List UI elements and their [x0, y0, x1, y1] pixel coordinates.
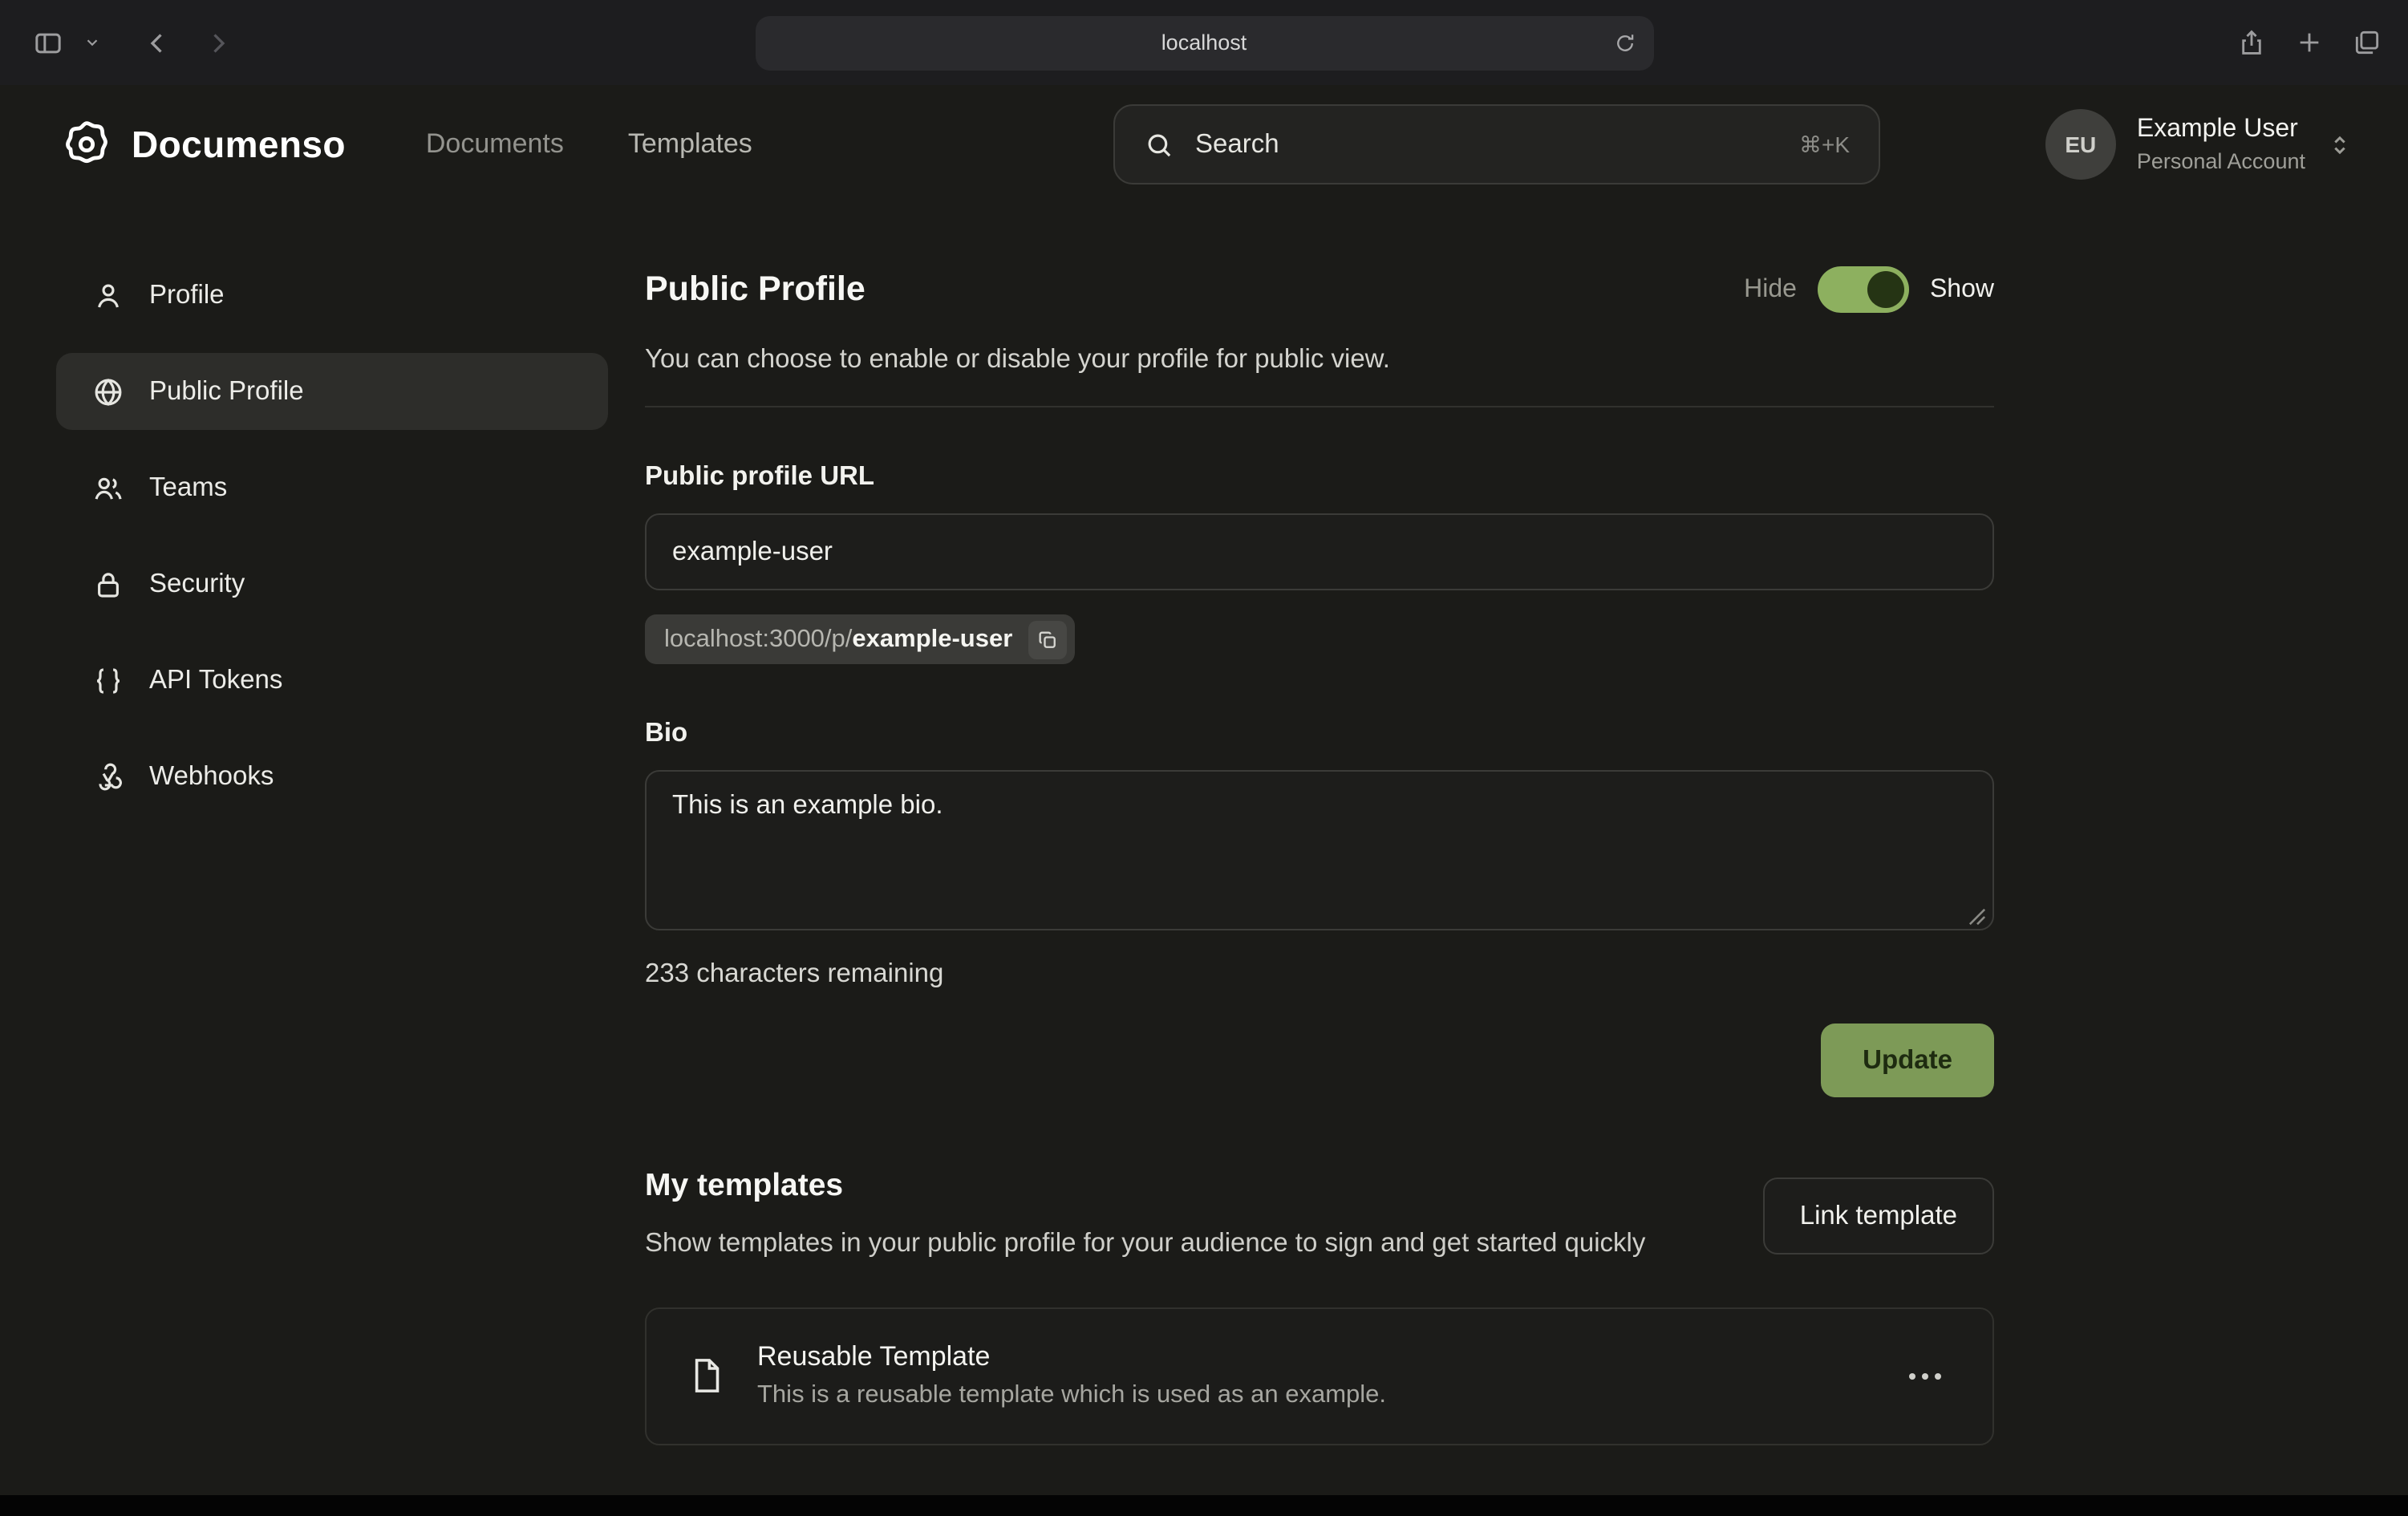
- bio-textarea[interactable]: This is an example bio.: [645, 770, 1994, 930]
- sidebar-item-teams[interactable]: Teams: [56, 449, 608, 526]
- page-body: Profile Public Profile Teams: [0, 204, 2408, 1445]
- user-name: Example User: [2137, 116, 2305, 144]
- back-icon[interactable]: [136, 22, 178, 63]
- search-icon: [1144, 129, 1174, 160]
- nav-templates[interactable]: Templates: [628, 128, 752, 160]
- bottom-strip: [0, 1495, 2408, 1516]
- sidebar-item-label: Teams: [149, 472, 227, 503]
- bio-label: Bio: [645, 719, 1994, 749]
- users-icon: [91, 471, 125, 505]
- page-subtitle: You can choose to enable or disable your…: [645, 345, 1994, 375]
- public-profile-settings: Public Profile Hide Show You can choose …: [645, 257, 1994, 1445]
- address-bar-url: localhost: [1161, 30, 1247, 55]
- documenso-app: Documenso Documents Templates Search ⌘+K…: [0, 85, 2408, 1516]
- globe-icon: [91, 375, 125, 408]
- forward-icon[interactable]: [197, 22, 239, 63]
- settings-sidebar: Profile Public Profile Teams: [56, 257, 608, 1445]
- sidebar-item-label: Webhooks: [149, 761, 274, 792]
- user-account-type: Personal Account: [2137, 149, 2305, 173]
- new-tab-icon[interactable]: [2296, 29, 2323, 56]
- lock-icon: [91, 567, 125, 601]
- show-label: Show: [1930, 275, 1994, 304]
- divider: [645, 406, 1994, 407]
- template-name: Reusable Template: [757, 1341, 1386, 1373]
- sidebar-item-webhooks[interactable]: Webhooks: [56, 738, 608, 815]
- sidebar-item-label: Public Profile: [149, 376, 304, 407]
- search-shortcut: ⌘+K: [1799, 131, 1850, 158]
- sidebar-item-api-tokens[interactable]: API Tokens: [56, 642, 608, 719]
- copy-url-button[interactable]: [1028, 620, 1067, 659]
- sidebar-item-label: API Tokens: [149, 665, 282, 695]
- documenso-logo-icon: [59, 117, 114, 172]
- hide-label: Hide: [1744, 275, 1797, 304]
- tab-overview-icon[interactable]: [2352, 27, 2382, 58]
- visibility-control: Hide Show: [1744, 266, 1994, 313]
- file-icon: [685, 1354, 728, 1397]
- link-template-button[interactable]: Link template: [1763, 1178, 1994, 1255]
- template-description: This is a reusable template which is use…: [757, 1381, 1386, 1410]
- avatar-initials: EU: [2065, 132, 2096, 157]
- sidebar-item-security[interactable]: Security: [56, 545, 608, 622]
- nav-documents[interactable]: Documents: [426, 128, 564, 160]
- share-icon[interactable]: [2236, 27, 2267, 58]
- copy-icon: [1036, 628, 1059, 651]
- brand-name: Documenso: [132, 123, 346, 166]
- templates-description: Show templates in your public profile fo…: [645, 1224, 1645, 1265]
- refresh-icon[interactable]: [1613, 31, 1636, 54]
- webhook-icon: [91, 760, 125, 793]
- user-icon: [91, 278, 125, 312]
- screen: localhost: [0, 0, 2408, 1516]
- address-bar[interactable]: localhost: [755, 15, 1653, 70]
- sidebar-item-public-profile[interactable]: Public Profile: [56, 353, 608, 430]
- user-menu[interactable]: EU Example User Personal Account: [2045, 109, 2353, 180]
- sidebar-item-label: Security: [149, 569, 245, 599]
- profile-url-prefix: localhost:3000/p/: [664, 625, 852, 652]
- update-button[interactable]: Update: [1821, 1024, 1994, 1097]
- top-nav: Documents Templates: [426, 128, 752, 160]
- sidebar-item-profile[interactable]: Profile: [56, 257, 608, 334]
- sidebar-toggle-icon[interactable]: [26, 20, 71, 65]
- search-placeholder: Search: [1195, 129, 1279, 160]
- braces-icon: [91, 663, 125, 697]
- my-templates-section: My templates Show templates in your publ…: [645, 1168, 1994, 1445]
- sidebar-item-label: Profile: [149, 280, 225, 310]
- templates-title: My templates: [645, 1168, 1645, 1205]
- browser-chrome: localhost: [0, 0, 2408, 85]
- characters-remaining: 233 characters remaining: [645, 959, 1994, 990]
- search-input[interactable]: Search ⌘+K: [1113, 104, 1880, 184]
- profile-visibility-toggle[interactable]: [1818, 266, 1909, 313]
- toggle-knob: [1867, 271, 1904, 308]
- template-list-item: Reusable Template This is a reusable tem…: [645, 1307, 1994, 1445]
- brand[interactable]: Documenso: [59, 117, 346, 172]
- public-profile-url-input[interactable]: [645, 513, 1994, 590]
- url-label: Public profile URL: [645, 462, 1994, 492]
- page-title: Public Profile: [645, 270, 866, 310]
- chevron-down-icon[interactable]: [77, 27, 107, 58]
- chevron-selector-icon: [2326, 131, 2353, 158]
- profile-url-slug: example-user: [852, 625, 1012, 652]
- app-header: Documenso Documents Templates Search ⌘+K…: [0, 85, 2408, 204]
- resize-handle[interactable]: [1968, 908, 1986, 926]
- profile-url-preview: localhost:3000/p/example-user: [645, 614, 1075, 664]
- avatar: EU: [2045, 109, 2116, 180]
- more-options-icon[interactable]: [1896, 1360, 1954, 1392]
